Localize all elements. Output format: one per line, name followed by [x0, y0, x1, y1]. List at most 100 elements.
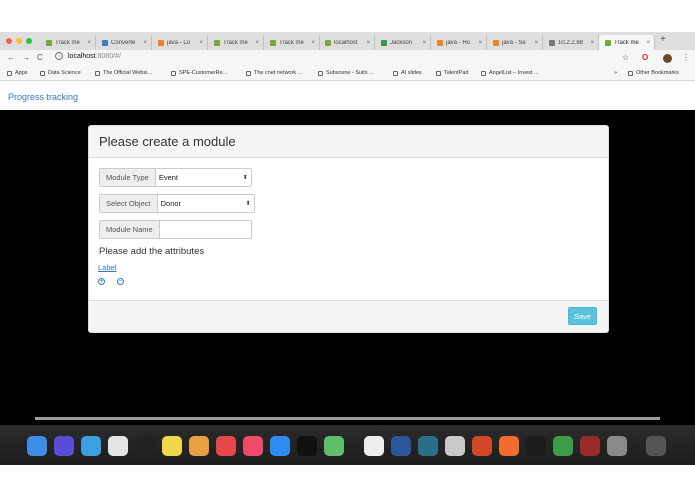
intellij-icon[interactable]	[297, 436, 317, 456]
terminal-icon[interactable]	[135, 436, 155, 456]
module-type-value: Event	[158, 173, 178, 182]
tab-favicon-icon	[270, 39, 276, 46]
browser-tab[interactable]: Converte ×	[96, 35, 152, 50]
browser-tab[interactable]: Track me ×	[208, 35, 264, 50]
preview-icon[interactable]	[445, 436, 465, 456]
bookmark-icon	[7, 70, 12, 76]
screen-bottom-margin	[0, 465, 695, 494]
browser-tab[interactable]: java - Se ×	[487, 35, 543, 50]
bookmark-item[interactable]: AI slides	[393, 70, 422, 76]
zoom-window-button[interactable]	[26, 38, 32, 44]
minimize-window-button[interactable]	[16, 38, 22, 44]
network-icon[interactable]	[418, 436, 438, 456]
address-bar[interactable]: i localhost:8080/#/	[55, 52, 121, 60]
bookmark-item[interactable]: Data Science	[40, 70, 81, 76]
tab-title: Converte	[111, 39, 136, 46]
bookmark-item[interactable]: The Official Websi...	[95, 70, 152, 76]
tab-favicon-icon	[158, 39, 164, 46]
bookmark-item[interactable]: SPE-CustomerRe...	[171, 70, 227, 76]
attribute-label-link[interactable]: Label	[98, 263, 116, 272]
forward-icon[interactable]: →	[22, 53, 30, 62]
bookmark-icon	[246, 70, 251, 76]
module-type-group: Module Type Event ⬍	[99, 168, 252, 187]
new-tab-button[interactable]: +	[660, 34, 666, 45]
sourcetree-icon[interactable]	[553, 436, 573, 456]
select-object-group: Select Object Donor ⬍	[99, 194, 255, 213]
opera-extension-icon[interactable]: O	[642, 53, 648, 62]
bookmark-item[interactable]: Apps	[7, 70, 28, 76]
atom-icon[interactable]	[324, 436, 344, 456]
browser-tab[interactable]: java - Ho ×	[431, 35, 487, 50]
tab-close-icon[interactable]: ×	[478, 40, 482, 46]
browser-tab[interactable]: Track me ×	[40, 35, 96, 50]
browser-toolbar: ← → C i localhost:8080/#/ ☆ O ⋮	[0, 50, 695, 68]
browser-tab[interactable]: Track me ×	[264, 35, 320, 50]
terminal2-icon[interactable]	[526, 436, 546, 456]
photos-icon[interactable]	[189, 436, 209, 456]
folder-icon	[628, 70, 633, 76]
remove-attribute-icon[interactable]: −	[117, 278, 124, 285]
tab-close-icon[interactable]: ×	[199, 40, 203, 46]
system-preferences-icon[interactable]	[607, 436, 627, 456]
notes-icon[interactable]	[162, 436, 182, 456]
news-icon[interactable]	[216, 436, 236, 456]
browser-tab[interactable]: Jackson ×	[375, 35, 431, 50]
chrome-icon[interactable]	[108, 436, 128, 456]
tab-close-icon[interactable]: ×	[590, 40, 594, 46]
dictionary-icon[interactable]	[580, 436, 600, 456]
other-bookmarks-label: Other Bookmarks	[636, 70, 679, 76]
tab-close-icon[interactable]: ×	[143, 40, 147, 46]
bookmark-item[interactable]: Subscene - Suits ...	[318, 70, 374, 76]
trash-icon[interactable]	[646, 436, 666, 456]
tab-close-icon[interactable]: ×	[534, 40, 538, 46]
tab-title: Jackson	[390, 39, 413, 46]
reload-icon[interactable]: C	[37, 53, 43, 62]
tab-favicon-icon	[493, 39, 499, 46]
safari-icon[interactable]	[81, 436, 101, 456]
word-icon[interactable]	[391, 436, 411, 456]
app-brand-link[interactable]: Progress tracking	[8, 92, 78, 102]
browser-tab[interactable]: 10.2.2.88 ×	[543, 35, 599, 50]
close-window-button[interactable]	[6, 38, 12, 44]
bookmark-label: The cnet network ...	[254, 70, 303, 76]
tab-close-icon[interactable]: ×	[255, 40, 259, 46]
window-scrollbar[interactable]	[35, 417, 660, 420]
module-type-select[interactable]: Event ⬍	[155, 169, 251, 186]
module-name-group: Module Name	[99, 220, 252, 239]
browser-tab[interactable]: localhost ×	[319, 35, 375, 50]
bookmark-star-icon[interactable]: ☆	[622, 53, 629, 62]
postman-icon[interactable]	[499, 436, 519, 456]
bookmark-item[interactable]: The cnet network ...	[246, 70, 302, 76]
select-object-select[interactable]: Donor ⬍	[157, 195, 254, 212]
tab-close-icon[interactable]: ×	[87, 40, 91, 46]
back-icon[interactable]: ←	[7, 53, 15, 62]
bookmark-item[interactable]: AngelList – Invest ...	[481, 70, 539, 76]
tab-close-icon[interactable]: ×	[366, 40, 370, 46]
menu-kebab-icon[interactable]: ⋮	[682, 53, 690, 62]
tab-close-icon[interactable]: ×	[311, 40, 315, 46]
tab-close-icon[interactable]: ×	[422, 40, 426, 46]
browser-tab[interactable]: Track me ×	[599, 35, 655, 50]
slack-icon[interactable]	[364, 436, 384, 456]
module-name-input[interactable]	[159, 221, 251, 238]
browser-tab[interactable]: java - Lo ×	[152, 35, 208, 50]
other-bookmarks[interactable]: Other Bookmarks	[628, 70, 679, 76]
bookmark-item[interactable]: TalentPad	[436, 70, 468, 76]
bookmark-label: SPE-CustomerRe...	[179, 70, 228, 76]
profile-avatar[interactable]	[663, 54, 672, 63]
tab-favicon-icon	[102, 39, 108, 46]
app-store-icon[interactable]	[270, 436, 290, 456]
tab-title: Track me	[614, 39, 639, 46]
tab-close-icon[interactable]: ×	[646, 40, 650, 46]
powerpoint-icon[interactable]	[472, 436, 492, 456]
tab-title: Track me	[55, 39, 80, 46]
finder-icon[interactable]	[27, 436, 47, 456]
save-button[interactable]: Save	[568, 307, 597, 325]
info-icon[interactable]: i	[55, 52, 63, 60]
add-attribute-icon[interactable]: +	[98, 278, 105, 285]
music-icon[interactable]	[243, 436, 263, 456]
bookmarks-overflow-icon[interactable]: »	[614, 70, 617, 76]
bookmark-icon	[318, 70, 323, 76]
siri-icon[interactable]	[54, 436, 74, 456]
select-object-value: Donor	[160, 199, 182, 208]
